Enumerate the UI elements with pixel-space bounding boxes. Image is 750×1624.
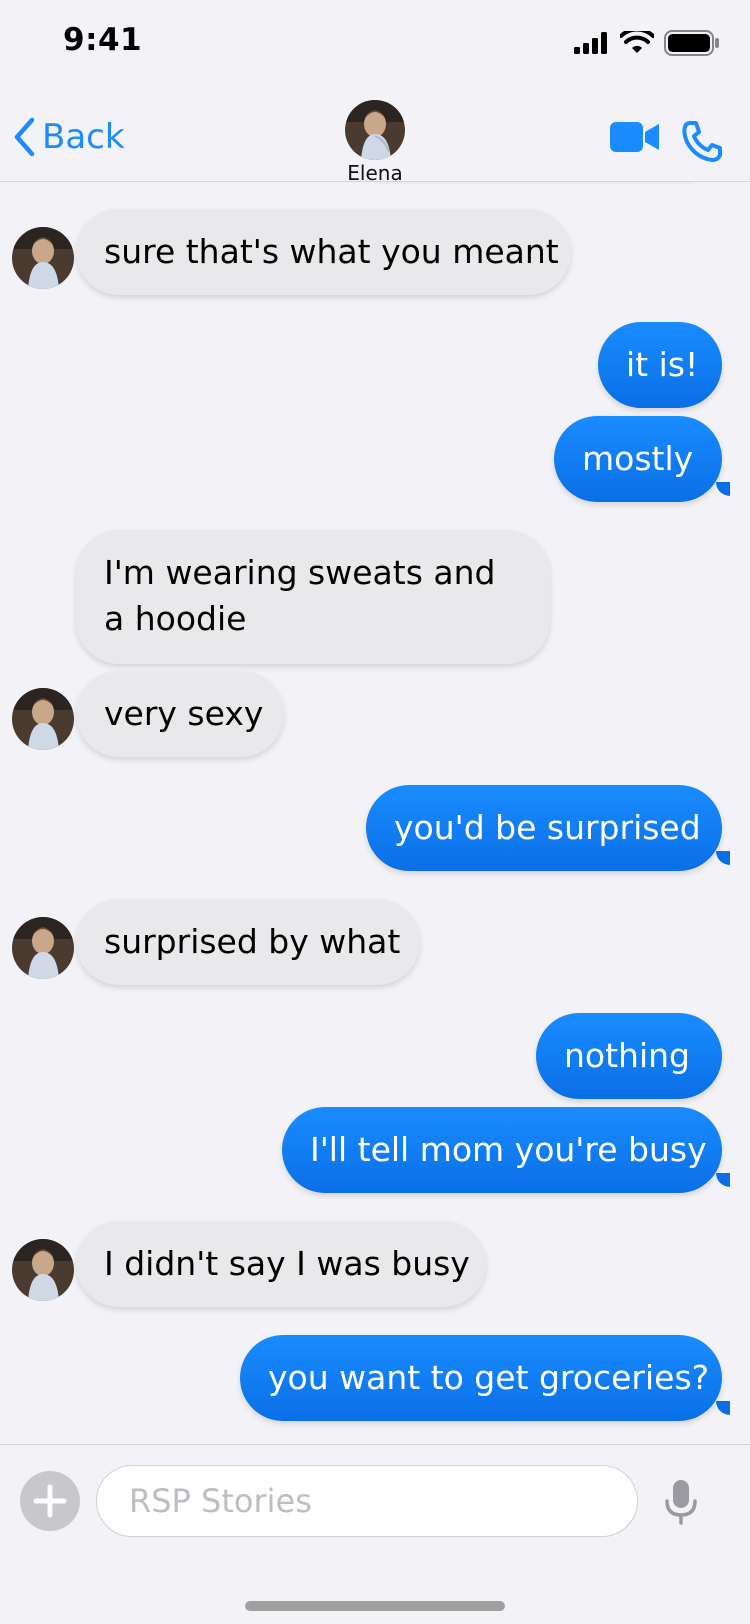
sender-avatar[interactable] xyxy=(12,688,74,750)
status-icons xyxy=(574,28,720,58)
outgoing-message[interactable]: nothing xyxy=(536,1013,722,1099)
status-time: 9:41 xyxy=(63,22,143,58)
contact-name: Elena xyxy=(347,161,403,185)
outgoing-message[interactable]: mostly xyxy=(554,416,722,502)
status-bar: 9:41 xyxy=(0,0,750,88)
battery-icon xyxy=(664,30,719,56)
plus-icon xyxy=(33,1484,67,1518)
phone-icon xyxy=(682,121,722,162)
microphone-icon xyxy=(665,1480,697,1525)
incoming-message[interactable]: sure that's what you meant xyxy=(76,209,571,295)
message-list[interactable]: sure that's what you meant it is! mostly… xyxy=(0,182,750,1444)
video-call-button[interactable] xyxy=(610,122,660,156)
dictation-button[interactable] xyxy=(664,1479,698,1529)
incoming-message[interactable]: I didn't say I was busy xyxy=(76,1221,486,1307)
video-camera-icon xyxy=(610,122,659,152)
incoming-message[interactable]: surprised by what xyxy=(76,899,420,985)
contact-avatar[interactable] xyxy=(345,100,405,160)
sender-avatar[interactable] xyxy=(12,917,74,979)
bubble-tail xyxy=(716,1173,730,1187)
sender-avatar[interactable] xyxy=(12,1239,74,1301)
bubble-tail xyxy=(716,851,730,865)
composer-bar xyxy=(0,1444,750,1624)
outgoing-message[interactable]: it is! xyxy=(598,322,722,408)
outgoing-message[interactable]: I'll tell mom you're busy xyxy=(282,1107,722,1193)
chat-header: Back Elena xyxy=(0,88,750,185)
outgoing-message[interactable]: you want to get groceries? xyxy=(240,1335,722,1421)
bubble-tail xyxy=(716,482,730,496)
incoming-message[interactable]: very sexy xyxy=(76,671,284,757)
signal-icon xyxy=(574,32,607,54)
incoming-message[interactable]: I'm wearing sweats and a hoodie xyxy=(76,530,550,664)
sender-avatar[interactable] xyxy=(12,227,74,289)
message-input[interactable] xyxy=(96,1465,638,1537)
home-indicator[interactable] xyxy=(245,1601,505,1611)
add-attachment-button[interactable] xyxy=(20,1471,80,1531)
outgoing-message[interactable]: you'd be surprised xyxy=(366,785,722,871)
wifi-icon xyxy=(620,31,654,53)
bubble-tail xyxy=(716,1401,730,1415)
phone-call-button[interactable] xyxy=(682,120,722,166)
